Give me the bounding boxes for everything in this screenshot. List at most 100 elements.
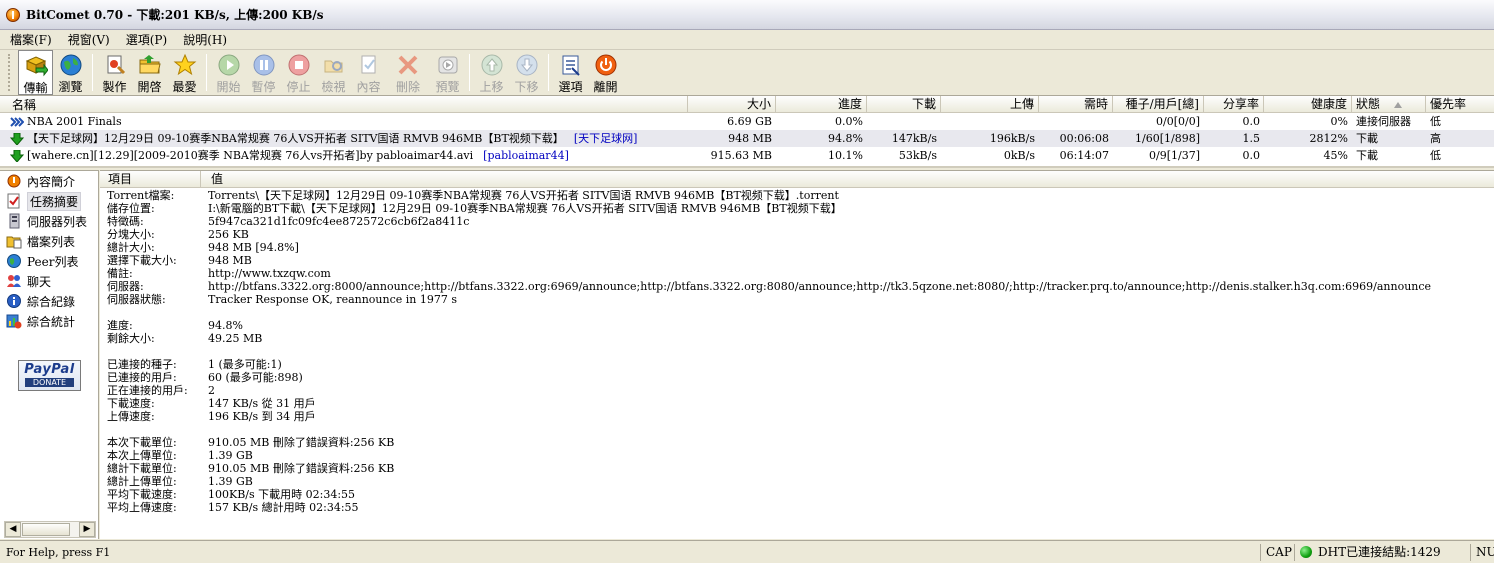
column-header-value[interactable]: 值 xyxy=(201,171,1494,188)
detail-key: 平均上傳速度: xyxy=(107,501,177,514)
task-upload-speed: 0kB/s xyxy=(1003,149,1035,162)
column-header-item[interactable]: 項目 xyxy=(100,171,201,188)
column-header-share-ratio[interactable]: 分享率 xyxy=(1204,96,1264,113)
check-button[interactable]: 檢視 xyxy=(316,50,351,95)
sidebar-item-label: Peer列表 xyxy=(27,254,79,269)
menu-help[interactable]: 說明(H) xyxy=(173,31,233,48)
column-header-seeds-peers[interactable]: 種子/用戶[總] xyxy=(1113,96,1204,113)
pause-button[interactable]: 暫停 xyxy=(246,50,281,95)
detail-key: 儲存位置: xyxy=(107,202,155,215)
favorite-button[interactable]: 最愛 xyxy=(167,50,202,95)
detail-value: Tracker Response OK, reannounce in 1977 … xyxy=(208,293,457,306)
num-lock-indicator: NUM xyxy=(1470,543,1494,561)
bitcomet-app-icon[interactable] xyxy=(6,7,20,22)
chat-users-icon xyxy=(6,273,22,289)
column-header-priority[interactable]: 優先率 xyxy=(1426,96,1494,113)
menu-options[interactable]: 選項(P) xyxy=(116,31,173,48)
column-header-upload[interactable]: 上傳 xyxy=(941,96,1039,113)
task-state: 連接伺服器 xyxy=(1356,115,1411,128)
sidebar-item-trackers[interactable]: 伺服器列表 xyxy=(0,211,98,231)
sidebar-item-overview[interactable]: 內容簡介 xyxy=(0,171,98,191)
exit-button[interactable]: 離開 xyxy=(588,50,623,95)
open-button[interactable]: 開啓 xyxy=(132,50,167,95)
paypal-donate-button[interactable]: PayPal DONATE xyxy=(18,360,81,391)
download-arrow-icon xyxy=(10,132,24,145)
column-header-state[interactable]: 狀態 xyxy=(1352,96,1426,113)
sidebar-item-task-summary[interactable]: 任務摘要 xyxy=(0,191,98,211)
task-upload-speed xyxy=(941,113,1039,130)
column-header-download[interactable]: 下載 xyxy=(867,96,941,113)
preview-button[interactable]: 預覽 xyxy=(430,50,465,95)
browse-button[interactable]: 瀏覽 xyxy=(53,50,88,95)
delete-label: 刪除 xyxy=(395,80,420,94)
table-row[interactable]: NBA 2001 Finals 6.69 GB 0.0% 0/0[0/0] 0.… xyxy=(0,113,1494,130)
task-summary-panel: 項目 值 Torrent檔案: Torrents\【天下足球网】12月29日 09… xyxy=(100,170,1494,539)
detail-key: 本次上傳單位: xyxy=(107,449,177,462)
sidebar-item-peers[interactable]: Peer列表 xyxy=(0,251,98,271)
column-header-size[interactable]: 大小 xyxy=(688,96,776,113)
browse-label: 瀏覽 xyxy=(58,80,83,94)
power-icon xyxy=(594,53,618,77)
task-health: 45% xyxy=(1323,149,1348,162)
exit-label: 離開 xyxy=(593,80,618,94)
column-header-health[interactable]: 健康度 xyxy=(1264,96,1352,113)
scroll-right-icon[interactable]: ▶ xyxy=(79,522,95,537)
column-header-eta[interactable]: 需時 xyxy=(1039,96,1113,113)
detail-value: 5f947ca321d1fc09fc4ee872572c6cb6f2a8411c xyxy=(208,215,470,228)
task-eta: 00:06:08 xyxy=(1059,132,1109,145)
detail-row: 伺服器: http://btfans.3322.org:8000/announce… xyxy=(100,280,1494,293)
toolbar-separator xyxy=(206,54,207,91)
toolbar-separator xyxy=(92,54,93,91)
task-tag[interactable]: [天下足球网] xyxy=(574,130,638,147)
menu-file[interactable]: 檔案(F) xyxy=(0,31,58,48)
scroll-thumb[interactable] xyxy=(22,523,70,536)
detail-row: 備註: http://www.txzqw.com xyxy=(100,267,1494,280)
create-button[interactable]: 製作 xyxy=(97,50,132,95)
sidebar-horizontal-scrollbar[interactable]: ◀ ▶ xyxy=(4,521,96,538)
move-up-label: 上移 xyxy=(479,80,504,94)
open-folder-icon xyxy=(138,53,162,77)
detail-row: 總計下載單位: 910.05 MB 刪除了錯誤資料:256 KB xyxy=(100,462,1494,475)
sidebar-item-log[interactable]: 綜合紀錄 xyxy=(0,291,98,311)
toolbar-separator xyxy=(548,54,549,91)
menu-view[interactable]: 視窗(V) xyxy=(58,31,116,48)
task-tag[interactable]: [pabloaimar44] xyxy=(483,147,569,164)
favorite-label: 最愛 xyxy=(172,80,197,94)
status-bar: For Help, press F1 CAP DHT已連接結點:1429 NUM xyxy=(0,540,1494,563)
stop-label: 停止 xyxy=(286,80,311,94)
content-button[interactable]: 內容 xyxy=(351,50,386,95)
detail-key: Torrent檔案: xyxy=(107,189,175,202)
task-share-ratio: 1.5 xyxy=(1242,132,1261,145)
detail-value: 1 (最多可能:1) xyxy=(208,358,282,371)
column-header-name[interactable]: 名稱 xyxy=(0,96,688,113)
detail-value: 157 KB/s 總計用時 02:34:55 xyxy=(208,501,359,514)
detail-row: 進度: 94.8% xyxy=(100,319,1494,332)
detail-row: 總計大小: 948 MB [94.8%] xyxy=(100,241,1494,254)
sidebar-item-files[interactable]: 檔案列表 xyxy=(0,231,98,251)
stop-button[interactable]: 停止 xyxy=(281,50,316,95)
table-row[interactable]: [wahere.cn][12.29][2009-2010赛季 NBA常规赛 76… xyxy=(0,147,1494,164)
toolbar-grip[interactable] xyxy=(8,54,12,91)
move-down-button[interactable]: 下移 xyxy=(509,50,544,95)
task-share-ratio: 0.0 xyxy=(1242,115,1261,128)
overview-icon xyxy=(6,173,22,189)
detail-key: 本次下載單位: xyxy=(107,436,177,449)
sidebar-item-label: 內容簡介 xyxy=(27,174,76,189)
scroll-left-icon[interactable]: ◀ xyxy=(5,522,21,537)
dht-connected-icon xyxy=(1300,546,1312,558)
delete-button[interactable]: 刪除 xyxy=(386,50,430,95)
transfer-button[interactable]: 傳輸 xyxy=(18,50,53,95)
detail-row: 總計上傳單位: 1.39 GB xyxy=(100,475,1494,488)
detail-row: 本次下載單位: 910.05 MB 刪除了錯誤資料:256 KB xyxy=(100,436,1494,449)
options-button[interactable]: 選項 xyxy=(553,50,588,95)
task-name-cell: NBA 2001 Finals xyxy=(0,113,688,130)
start-button[interactable]: 開始 xyxy=(211,50,246,95)
task-name-cell: [wahere.cn][12.29][2009-2010赛季 NBA常规赛 76… xyxy=(0,147,688,164)
window-title: BitComet 0.70 - 下載:201 KB/s, 上傳:200 KB/s xyxy=(26,8,324,22)
table-row[interactable]: 【天下足球网】12月29日 09-10赛季NBA常规赛 76人VS开拓者 SIT… xyxy=(0,130,1494,147)
move-up-button[interactable]: 上移 xyxy=(474,50,509,95)
column-header-progress[interactable]: 進度 xyxy=(776,96,867,113)
sidebar-item-chat[interactable]: 聊天 xyxy=(0,271,98,291)
detail-key: 伺服器: xyxy=(107,280,144,293)
sidebar-item-statistics[interactable]: 綜合統計 xyxy=(0,311,98,331)
